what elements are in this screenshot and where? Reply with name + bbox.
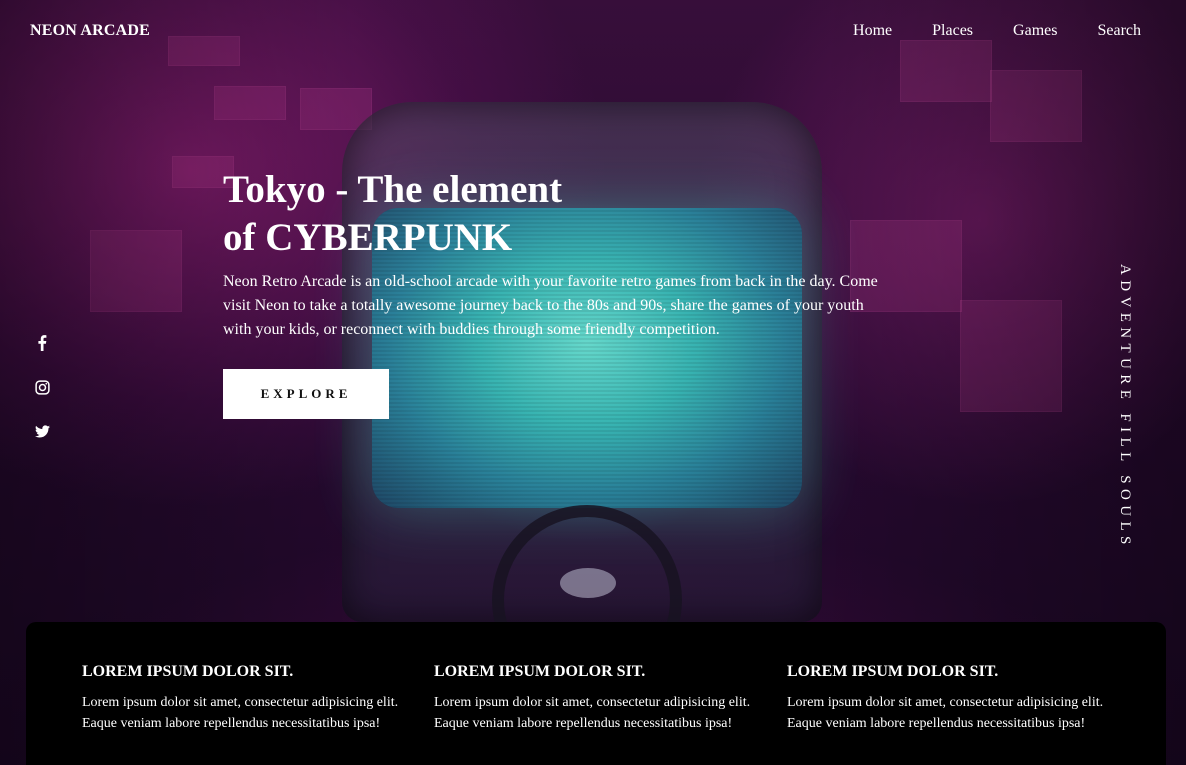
feature-title: LOREM IPSUM DOLOR SIT. <box>787 663 999 680</box>
nav-item-places[interactable]: Places <box>932 22 973 40</box>
feature-text: Lorem ipsum dolor sit amet, consectetur … <box>82 695 399 731</box>
feature-title: LOREM IPSUM DOLOR SIT. <box>434 663 646 680</box>
hero-title: Tokyo - The element of CYBERPUNK <box>223 166 743 262</box>
nav-item-home[interactable]: Home <box>853 22 892 40</box>
explore-button[interactable]: EXPLORE <box>223 369 389 419</box>
facebook-icon[interactable] <box>33 334 51 352</box>
main-nav: Home Places Games Search <box>853 22 1141 40</box>
feature-card: LOREM IPSUM DOLOR SIT. Lorem ipsum dolor… <box>434 662 764 734</box>
features-panel: LOREM IPSUM DOLOR SIT. Lorem ipsum dolor… <box>26 622 1166 765</box>
feature-text: Lorem ipsum dolor sit amet, consectetur … <box>434 695 751 731</box>
feature-card: LOREM IPSUM DOLOR SIT. Lorem ipsum dolor… <box>82 662 412 734</box>
hero-description: Neon Retro Arcade is an old-school arcad… <box>223 273 878 338</box>
feature-card: LOREM IPSUM DOLOR SIT. Lorem ipsum dolor… <box>787 662 1117 734</box>
feature-text: Lorem ipsum dolor sit amet, consectetur … <box>787 695 1104 731</box>
twitter-icon[interactable] <box>33 422 51 440</box>
page: NEON ARCADE Home Places Games Search Tok… <box>0 0 1186 765</box>
brand-logo[interactable]: NEON ARCADE <box>30 22 150 40</box>
hero-title-line-2: of CYBERPUNK <box>223 216 513 259</box>
nav-item-search[interactable]: Search <box>1097 22 1141 40</box>
hero-title-line-1: Tokyo - The element <box>223 168 563 211</box>
vertical-tagline: ADVENTURE FILL SOULS <box>1117 264 1133 550</box>
nav-item-games[interactable]: Games <box>1013 22 1057 40</box>
social-links <box>33 334 51 440</box>
instagram-icon[interactable] <box>33 378 51 396</box>
feature-title: LOREM IPSUM DOLOR SIT. <box>82 663 294 680</box>
